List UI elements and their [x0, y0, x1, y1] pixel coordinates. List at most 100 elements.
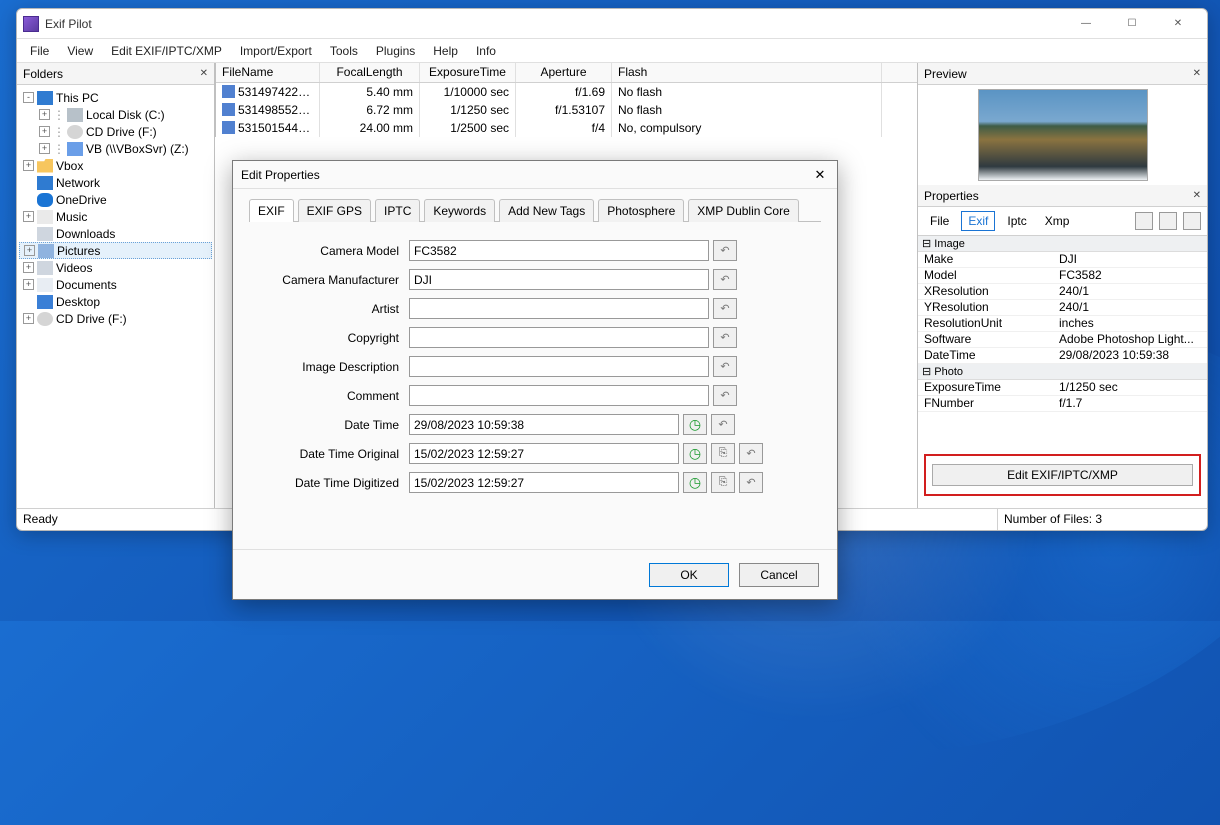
expander-icon[interactable]: - [23, 92, 34, 103]
dialog-close-icon[interactable]: ✕ [811, 166, 829, 184]
tree-node[interactable]: +Vbox [19, 157, 212, 174]
property-row[interactable]: ExposureTime1/1250 sec [918, 380, 1207, 396]
property-group[interactable]: ⊟ Photo [918, 364, 1207, 380]
clock-icon[interactable]: ◷ [683, 414, 707, 435]
menu-tools[interactable]: Tools [321, 41, 367, 61]
tree-node[interactable]: +⋮Local Disk (C:) [35, 106, 212, 123]
property-row[interactable]: SoftwareAdobe Photoshop Light... [918, 332, 1207, 348]
property-row[interactable]: MakeDJI [918, 252, 1207, 268]
prop-tab-xmp[interactable]: Xmp [1039, 212, 1076, 230]
clock-icon[interactable]: ◷ [683, 443, 707, 464]
copy-icon[interactable]: ⎘ [711, 472, 735, 493]
grid-icon[interactable] [1135, 212, 1153, 230]
cancel-button[interactable]: Cancel [739, 563, 819, 587]
revert-icon[interactable]: ↶ [713, 327, 737, 348]
property-group[interactable]: ⊟ Image [918, 236, 1207, 252]
expander-icon[interactable]: + [39, 109, 50, 120]
tree-node[interactable]: Desktop [19, 293, 212, 310]
tree-node[interactable]: +⋮VB (\\VBoxSvr) (Z:) [35, 140, 212, 157]
revert-icon[interactable]: ↶ [739, 443, 763, 464]
dialog-tab-exif[interactable]: EXIF [249, 199, 294, 222]
folder-tree[interactable]: -This PC+⋮Local Disk (C:)+⋮CD Drive (F:)… [17, 85, 214, 508]
menu-plugins[interactable]: Plugins [367, 41, 424, 61]
property-row[interactable]: FNumberf/1.7 [918, 396, 1207, 412]
tree-node[interactable]: +CD Drive (F:) [19, 310, 212, 327]
table-row[interactable]: 53149855216...6.72 mm1/1250 secf/1.53107… [216, 101, 917, 119]
input-copyright[interactable] [409, 327, 709, 348]
revert-icon[interactable]: ↶ [713, 269, 737, 290]
expander-icon[interactable]: + [23, 262, 34, 273]
menu-info[interactable]: Info [467, 41, 505, 61]
expander-icon[interactable]: + [39, 126, 50, 137]
tree-node[interactable]: Network [19, 174, 212, 191]
dialog-tab-add-new-tags[interactable]: Add New Tags [499, 199, 594, 222]
input-date-time[interactable] [409, 414, 679, 435]
expander-icon[interactable]: + [23, 211, 34, 222]
col-focallength[interactable]: FocalLength [320, 63, 420, 82]
dialog-tab-keywords[interactable]: Keywords [424, 199, 495, 222]
tree-node[interactable]: +⋮CD Drive (F:) [35, 123, 212, 140]
copy-icon[interactable]: ⎘ [711, 443, 735, 464]
prop-tab-exif[interactable]: Exif [961, 211, 995, 231]
table-row[interactable]: 53149742277...5.40 mm1/10000 secf/1.69No… [216, 83, 917, 101]
prop-tab-file[interactable]: File [924, 212, 955, 230]
folders-close-icon[interactable]: ✕ [200, 68, 208, 79]
prop-tab-iptc[interactable]: Iptc [1001, 212, 1032, 230]
revert-icon[interactable]: ↶ [713, 298, 737, 319]
tree-node[interactable]: +Videos [19, 259, 212, 276]
expander-icon[interactable]: + [24, 245, 35, 256]
tree-node[interactable]: +Documents [19, 276, 212, 293]
maximize-button[interactable]: ☐ [1109, 10, 1155, 38]
globe-icon[interactable] [1159, 212, 1177, 230]
property-row[interactable]: ModelFC3582 [918, 268, 1207, 284]
tree-node[interactable]: +Music [19, 208, 212, 225]
col-filename[interactable]: FileName [216, 63, 320, 82]
input-date-time-digitized[interactable] [409, 472, 679, 493]
close-button[interactable]: ✕ [1155, 10, 1201, 38]
dialog-tab-photosphere[interactable]: Photosphere [598, 199, 684, 222]
expander-icon[interactable]: + [23, 279, 34, 290]
property-row[interactable]: XResolution240/1 [918, 284, 1207, 300]
revert-icon[interactable]: ↶ [713, 356, 737, 377]
property-row[interactable]: YResolution240/1 [918, 300, 1207, 316]
tree-node[interactable]: -This PC [19, 89, 212, 106]
menu-view[interactable]: View [58, 41, 102, 61]
input-image-desc[interactable] [409, 356, 709, 377]
table-row[interactable]: 53150154483...24.00 mm1/2500 secf/4No, c… [216, 119, 917, 137]
dialog-tab-xmp-dublin[interactable]: XMP Dublin Core [688, 199, 798, 222]
input-camera-model[interactable] [409, 240, 709, 261]
menu-edit-exif[interactable]: Edit EXIF/IPTC/XMP [102, 41, 231, 61]
tree-node[interactable]: Downloads [19, 225, 212, 242]
tree-node[interactable]: OneDrive [19, 191, 212, 208]
menu-help[interactable]: Help [424, 41, 467, 61]
property-row[interactable]: DateTime29/08/2023 10:59:38 [918, 348, 1207, 364]
revert-icon[interactable]: ↶ [739, 472, 763, 493]
input-camera-make[interactable] [409, 269, 709, 290]
expander-icon[interactable]: + [23, 160, 34, 171]
col-aperture[interactable]: Aperture [516, 63, 612, 82]
input-comment[interactable] [409, 385, 709, 406]
input-date-time-original[interactable] [409, 443, 679, 464]
edit-exif-button[interactable]: Edit EXIF/IPTC/XMP [932, 464, 1193, 486]
revert-icon[interactable]: ↶ [713, 240, 737, 261]
menu-file[interactable]: File [21, 41, 58, 61]
input-artist[interactable] [409, 298, 709, 319]
properties-close-icon[interactable]: ✕ [1193, 190, 1201, 201]
expander-icon[interactable]: + [23, 313, 34, 324]
preview-close-icon[interactable]: ✕ [1193, 68, 1201, 79]
property-row[interactable]: ResolutionUnitinches [918, 316, 1207, 332]
dialog-tab-iptc[interactable]: IPTC [375, 199, 420, 222]
revert-icon[interactable]: ↶ [713, 385, 737, 406]
expander-icon[interactable]: + [39, 143, 50, 154]
folder-icon [37, 312, 53, 326]
col-exposuretime[interactable]: ExposureTime [420, 63, 516, 82]
ok-button[interactable]: OK [649, 563, 729, 587]
dialog-tab-exif-gps[interactable]: EXIF GPS [298, 199, 371, 222]
col-flash[interactable]: Flash [612, 63, 882, 82]
tool-icon[interactable] [1183, 212, 1201, 230]
clock-icon[interactable]: ◷ [683, 472, 707, 493]
minimize-button[interactable]: — [1063, 10, 1109, 38]
tree-node[interactable]: +Pictures [19, 242, 212, 259]
revert-icon[interactable]: ↶ [711, 414, 735, 435]
menu-import-export[interactable]: Import/Export [231, 41, 321, 61]
